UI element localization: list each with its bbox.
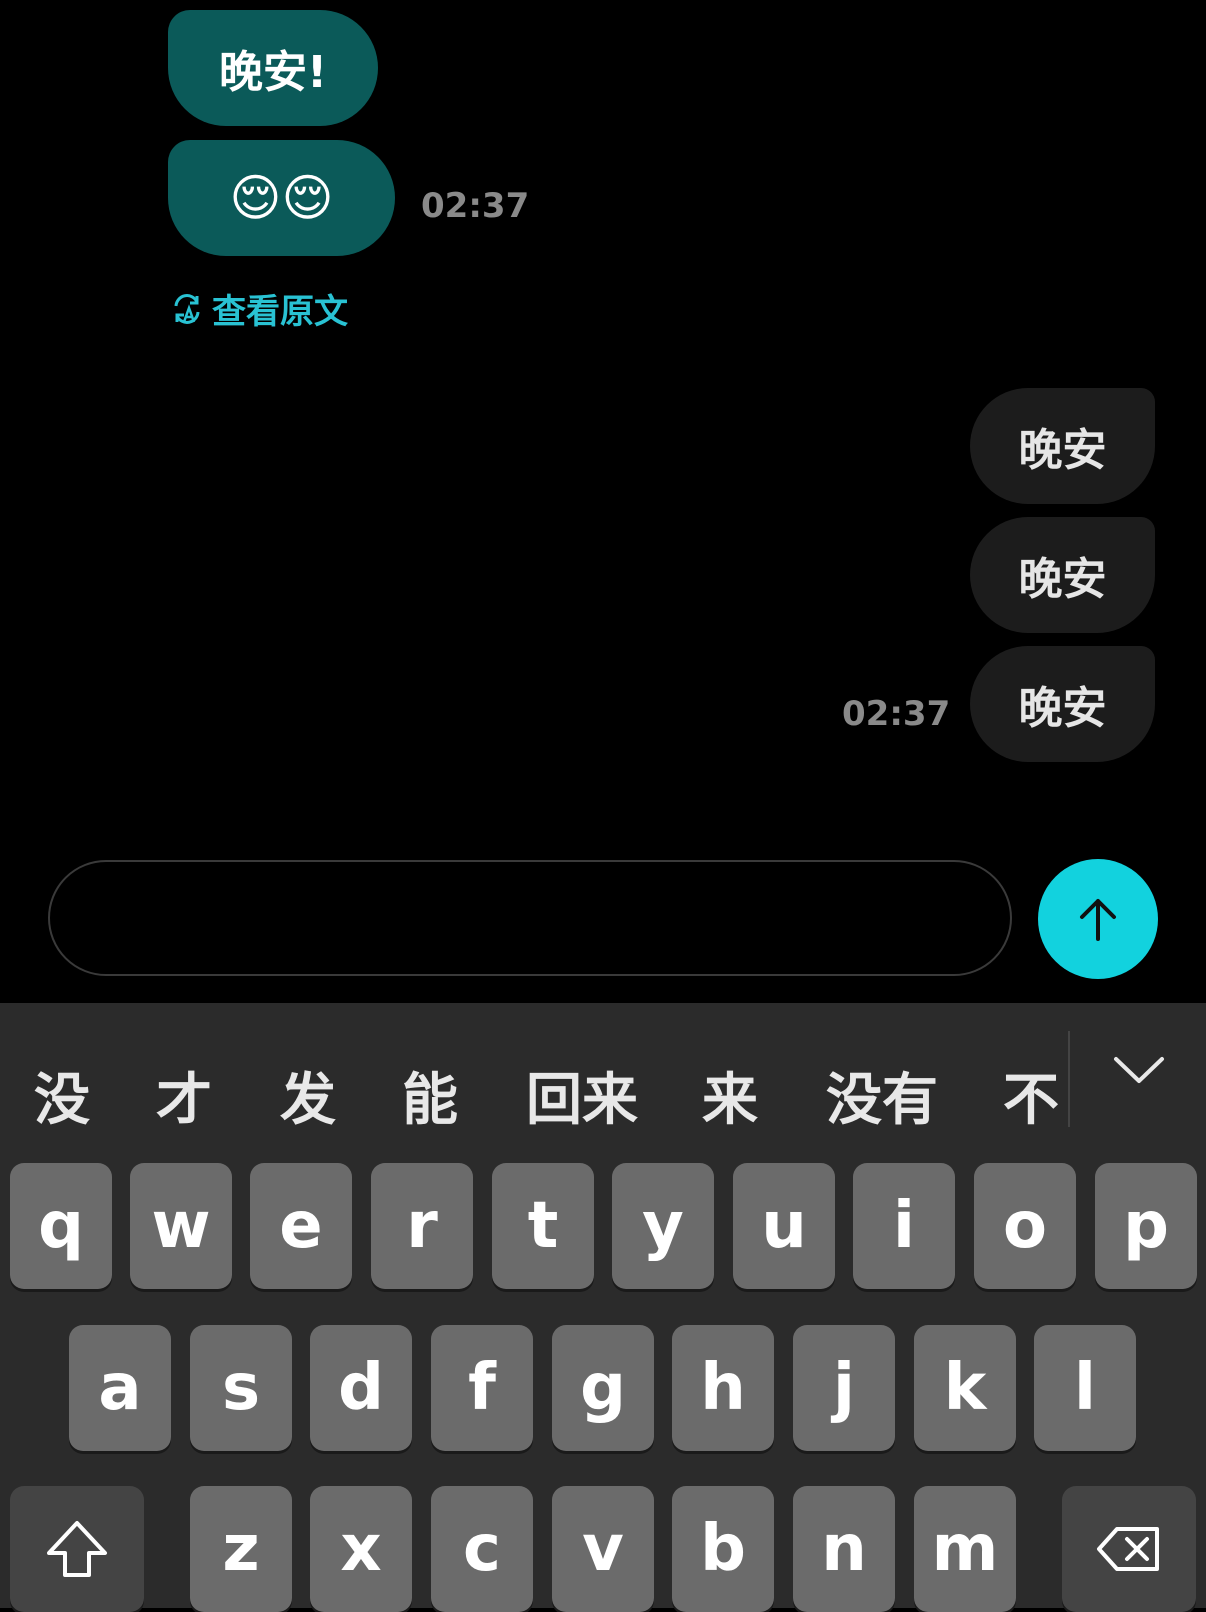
key-x[interactable]: x bbox=[310, 1486, 412, 1612]
key-c[interactable]: c bbox=[431, 1486, 533, 1612]
message-text: 😌😌 bbox=[229, 169, 334, 227]
message-timestamp: 02:37 bbox=[842, 694, 951, 734]
candidate-bar: 没 才 发 能 回来 来 没有 不 bbox=[0, 1003, 1206, 1163]
key-m[interactable]: m bbox=[914, 1486, 1016, 1612]
key-i[interactable]: i bbox=[853, 1163, 955, 1289]
shift-key[interactable] bbox=[10, 1486, 144, 1612]
key-f[interactable]: f bbox=[431, 1325, 533, 1451]
key-q[interactable]: q bbox=[10, 1163, 112, 1289]
key-s[interactable]: s bbox=[190, 1325, 292, 1451]
key-h[interactable]: h bbox=[672, 1325, 774, 1451]
incoming-message-bubble[interactable]: 晚安! bbox=[168, 10, 378, 126]
keyboard: 没 才 发 能 回来 来 没有 不 q w e r t y u i o p a … bbox=[0, 1003, 1206, 1612]
key-k[interactable]: k bbox=[914, 1325, 1016, 1451]
key-label: u bbox=[761, 1189, 807, 1263]
translate-icon bbox=[174, 293, 200, 324]
key-j[interactable]: j bbox=[793, 1325, 895, 1451]
key-r[interactable]: r bbox=[371, 1163, 473, 1289]
key-t[interactable]: t bbox=[492, 1163, 594, 1289]
backspace-key[interactable] bbox=[1062, 1486, 1196, 1612]
key-label: d bbox=[338, 1351, 384, 1425]
key-label: a bbox=[98, 1351, 142, 1425]
key-l[interactable]: l bbox=[1034, 1325, 1136, 1451]
key-e[interactable]: e bbox=[250, 1163, 352, 1289]
key-label: n bbox=[821, 1512, 867, 1586]
key-a[interactable]: a bbox=[69, 1325, 171, 1451]
key-label: k bbox=[943, 1351, 987, 1425]
divider bbox=[1068, 1031, 1070, 1127]
key-n[interactable]: n bbox=[793, 1486, 895, 1612]
chevron-down-icon[interactable] bbox=[1112, 1053, 1166, 1089]
message-text: 晚安 bbox=[1018, 554, 1107, 605]
key-label: x bbox=[340, 1512, 382, 1586]
key-label: y bbox=[642, 1189, 684, 1263]
key-label: s bbox=[221, 1351, 261, 1425]
message-text: 晚安! bbox=[218, 47, 328, 98]
shift-icon bbox=[47, 1521, 107, 1577]
candidate-word[interactable]: 回来 bbox=[526, 1055, 638, 1136]
key-label: v bbox=[582, 1512, 624, 1586]
message-input[interactable] bbox=[50, 862, 1010, 974]
key-label: i bbox=[893, 1189, 915, 1263]
key-label: g bbox=[580, 1351, 626, 1425]
key-label: j bbox=[833, 1351, 855, 1425]
message-timestamp: 02:37 bbox=[421, 186, 530, 226]
key-d[interactable]: d bbox=[310, 1325, 412, 1451]
send-button[interactable] bbox=[1038, 859, 1158, 979]
key-label: w bbox=[151, 1189, 211, 1263]
message-text: 晚安 bbox=[1018, 683, 1107, 734]
candidate-word[interactable]: 发 bbox=[280, 1055, 336, 1136]
candidate-word[interactable]: 没有 bbox=[826, 1055, 938, 1136]
key-label: b bbox=[700, 1512, 746, 1586]
key-label: o bbox=[1003, 1189, 1047, 1263]
key-g[interactable]: g bbox=[552, 1325, 654, 1451]
key-p[interactable]: p bbox=[1095, 1163, 1197, 1289]
key-label: c bbox=[463, 1512, 501, 1586]
key-y[interactable]: y bbox=[612, 1163, 714, 1289]
incoming-message-bubble[interactable]: 😌😌 bbox=[168, 140, 395, 256]
key-z[interactable]: z bbox=[190, 1486, 292, 1612]
arrow-up-icon bbox=[1080, 899, 1116, 941]
key-w[interactable]: w bbox=[130, 1163, 232, 1289]
key-label: h bbox=[700, 1351, 746, 1425]
key-label: z bbox=[222, 1512, 260, 1586]
view-original-label: 查看原文 bbox=[212, 292, 348, 332]
key-o[interactable]: o bbox=[974, 1163, 1076, 1289]
key-b[interactable]: b bbox=[672, 1486, 774, 1612]
key-label: q bbox=[38, 1189, 84, 1263]
message-input-container[interactable] bbox=[48, 860, 1012, 976]
message-text: 晚安 bbox=[1018, 425, 1107, 476]
key-label: t bbox=[527, 1189, 559, 1263]
candidate-word[interactable]: 才 bbox=[156, 1055, 212, 1136]
key-label: e bbox=[279, 1189, 323, 1263]
key-v[interactable]: v bbox=[552, 1486, 654, 1612]
backspace-icon bbox=[1097, 1527, 1159, 1571]
candidate-word[interactable]: 不 bbox=[1003, 1055, 1059, 1136]
key-label: r bbox=[406, 1189, 438, 1263]
candidate-word[interactable]: 来 bbox=[702, 1055, 758, 1136]
key-label: p bbox=[1123, 1189, 1169, 1263]
candidate-word[interactable]: 没 bbox=[34, 1055, 90, 1136]
outgoing-message-bubble[interactable]: 晚安 bbox=[970, 517, 1155, 633]
key-u[interactable]: u bbox=[733, 1163, 835, 1289]
key-label: l bbox=[1074, 1351, 1096, 1425]
view-original-link[interactable]: 查看原文 bbox=[170, 284, 348, 333]
key-label: m bbox=[931, 1512, 999, 1586]
outgoing-message-bubble[interactable]: 晚安 bbox=[970, 646, 1155, 762]
outgoing-message-bubble[interactable]: 晚安 bbox=[970, 388, 1155, 504]
candidate-word[interactable]: 能 bbox=[402, 1055, 458, 1136]
key-label: f bbox=[468, 1351, 496, 1425]
